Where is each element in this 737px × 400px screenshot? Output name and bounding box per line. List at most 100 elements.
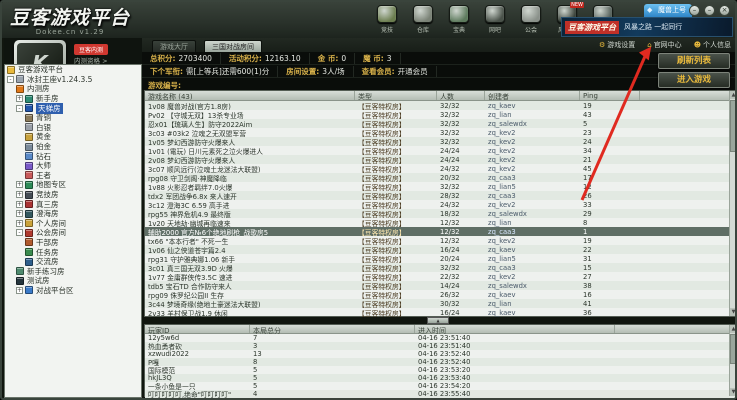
tree-item-铂金[interactable]: 铂金 (5, 142, 141, 152)
scroll-down-icon[interactable]: ▼ (730, 388, 735, 396)
close-button[interactable]: × (719, 5, 730, 16)
game-cell: 8 (583, 218, 588, 227)
player-table-scrollbar[interactable]: ▲ ▼ (729, 325, 735, 396)
tree-item-钻石[interactable]: 钻石 (5, 151, 141, 161)
titlebar-icon-公会[interactable]: 公会 (518, 5, 544, 34)
window-controls: – – × (689, 5, 730, 16)
game-row[interactable]: 2v33 羊村保卫战1.9 休闲 【豆客特权房】 16/24 zq_kaev 36 (145, 308, 735, 318)
game-cell: zq_caa3 (488, 227, 516, 236)
profile-link[interactable]: ☻ 个人信息 (694, 40, 731, 50)
tree-item-label: 对战平台区 (36, 285, 74, 295)
tree-item-竞技房[interactable]: + 竞技房 (5, 190, 141, 200)
stat-label: 查看会员: (361, 66, 395, 76)
tree-expander-icon[interactable]: + (16, 286, 23, 294)
game-cell: zq_salewdx (488, 209, 527, 218)
titlebar-icon-仓库[interactable]: 仓库 (410, 5, 436, 34)
game-cell: zq_kev2 (488, 137, 516, 146)
tab-bar: 游戏大厅 三国对战房间 ⚙ 游戏设置 ⌂ 官网中心 ☻ 个人信息 (142, 38, 735, 52)
game-table-body: 1v08 魔兽对战(官方1.8房) 【豆客特权房】 32/32 zq_kaev 19 Pv… (145, 101, 735, 318)
tree-item-新手房[interactable]: + 新手房 (5, 94, 141, 104)
room-icon (16, 267, 24, 276)
tree-item-天梯房[interactable]: - 天梯房 (5, 102, 141, 114)
scroll-up-icon[interactable]: ▲ (730, 325, 735, 333)
scroll-thumb[interactable] (730, 334, 735, 364)
game-cell: zq_kaev (488, 290, 516, 299)
player-table-header: 玩家ID 本局总分 进入时间 (145, 325, 735, 335)
tree-expander-icon[interactable]: + (16, 200, 23, 208)
ad-banner-slogan: 风暴之路 一起同行 (624, 23, 683, 31)
player-cell: 04-16 23:54:20 (418, 382, 471, 390)
globe-icon (521, 5, 541, 23)
game-cell: 36 (583, 308, 592, 317)
tree-item-对战平台区[interactable]: + 对战平台区 (5, 286, 141, 296)
player-cell: 04-16 23:51:40 (418, 334, 471, 342)
room-icon (25, 257, 33, 266)
titlebar-icon-竞技[interactable]: 竞技 (374, 5, 400, 34)
scroll-down-icon[interactable]: ▼ (730, 308, 735, 316)
player-row[interactable]: 叮叮叮叮叮,绝命"叮叮叮叮" 4 04-16 23:55:40 (145, 390, 735, 399)
stat-总积分: 总积分: 2703400 (142, 52, 221, 64)
game-cell: 17 (583, 173, 592, 182)
game-cell: zq_salewdx (488, 281, 527, 290)
stat-label: 总积分: (150, 53, 176, 63)
tree-item-内测房[interactable]: 内测房 (5, 84, 141, 94)
scroll-thumb[interactable] (730, 100, 735, 152)
tree-item-黄金[interactable]: 黄金 (5, 132, 141, 142)
tree-item-澄海房[interactable]: + 澄海房 (5, 209, 141, 219)
tab-lobby[interactable]: 游戏大厅 (152, 40, 196, 52)
room-icon (25, 228, 33, 237)
tree-expander-icon[interactable]: - (16, 104, 23, 112)
stat-房间设置: 房间设置: 3人/场 (278, 65, 354, 77)
tree-expander-icon[interactable]: + (16, 210, 23, 218)
tree-item-冰封王座v1.24.3.5[interactable]: - 冰封王座v1.24.3.5 (5, 75, 141, 85)
tree-item-青铜[interactable]: 青铜 (5, 113, 141, 123)
tree-expander-icon[interactable]: + (16, 191, 23, 199)
game-col-header: Ping (580, 91, 640, 100)
tree-item-个人房间[interactable]: + 个人房间 (5, 219, 141, 229)
tree-item-王者[interactable]: 王者 (5, 171, 141, 181)
tree-item-任务房[interactable]: 任务房 (5, 247, 141, 257)
tree-item-干部房[interactable]: 干部房 (5, 238, 141, 248)
game-cell: zq_kev2 (488, 164, 516, 173)
tree-item-真三房[interactable]: + 真三房 (5, 199, 141, 209)
tree-item-大师[interactable]: 大师 (5, 161, 141, 171)
game-col-header: 游戏名称 (43) (145, 91, 355, 101)
splitter-button[interactable]: ▲ (427, 317, 449, 324)
tree-expander-icon[interactable]: + (16, 181, 23, 189)
site-center-link[interactable]: ⌂ 官网中心 (647, 40, 681, 50)
tree-expander-icon[interactable]: + (16, 219, 23, 227)
stat-value: 需[上等兵]还需600(1)分 (186, 66, 270, 76)
restore-button[interactable]: – (704, 5, 715, 16)
player-row[interactable]: 热血勇者砍 3 04-16 23:51:40 (145, 342, 735, 351)
player-row[interactable]: 国际模范 5 04-16 23:53:20 (145, 366, 735, 375)
room-icon (25, 171, 33, 180)
player-cell: 叮叮叮叮叮,绝命"叮叮叮叮" (148, 391, 232, 399)
wow-login-tab[interactable]: 魔兽上号 (644, 4, 692, 17)
titlebar-icon-宝典[interactable]: 宝典 (446, 5, 472, 34)
tree-expander-icon[interactable]: - (7, 75, 14, 83)
game-cell: 27 (583, 272, 592, 281)
stat-下个军衔: 下个军衔: 需[上等兵]还需600(1)分 (142, 65, 279, 77)
ad-banner[interactable]: 豆客游戏平台 风暴之路 一起同行 (561, 17, 733, 37)
game-cell: 32/32 (440, 182, 460, 191)
player-cell: 13 (253, 350, 262, 358)
game-cell: 5 (583, 119, 588, 128)
minimize-button[interactable]: – (689, 5, 700, 16)
room-icon (25, 219, 33, 228)
beta-badge[interactable]: 豆客内测 (74, 44, 109, 55)
scroll-up-icon[interactable]: ▲ (730, 91, 735, 99)
titlebar-icon-网吧[interactable]: 网吧 (482, 5, 508, 34)
refresh-list-button[interactable]: 刷新列表 (658, 53, 730, 69)
enter-game-button[interactable]: 进入游戏 (658, 72, 730, 88)
tab-sanguo-rooms[interactable]: 三国对战房间 (204, 40, 262, 52)
tree-item-公会房间[interactable]: - 公会房间 (5, 228, 141, 238)
tree-item-白银[interactable]: 白银 (5, 123, 141, 133)
tree-item-新手练习房[interactable]: 新手练习房 (5, 266, 141, 276)
tree-expander-icon[interactable]: - (16, 229, 23, 237)
tree-expander-icon[interactable]: + (16, 95, 23, 103)
game-cell: zq_kev2 (488, 272, 516, 281)
game-table-scrollbar[interactable]: ▲ ▼ (729, 91, 735, 316)
tree-item-地图专区[interactable]: + 地图专区 (5, 180, 141, 190)
tree-item-交流房[interactable]: 交流房 (5, 257, 141, 267)
game-settings-link[interactable]: ⚙ 游戏设置 (599, 40, 635, 50)
